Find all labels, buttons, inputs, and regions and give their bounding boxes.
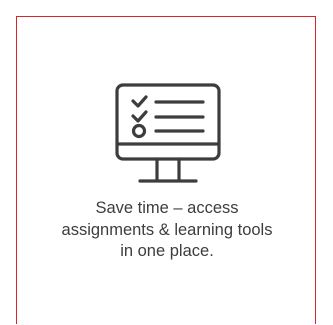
computer-checklist-icon <box>115 83 221 187</box>
caption-line-1: Save time – access <box>95 199 239 217</box>
caption-line-3: in one place. <box>120 242 214 260</box>
feature-card: Save time – access assignments & learnin… <box>16 16 316 324</box>
caption-line-2: assignments & learning tools <box>61 220 273 239</box>
feature-caption: Save time – access assignments & learnin… <box>17 198 317 263</box>
